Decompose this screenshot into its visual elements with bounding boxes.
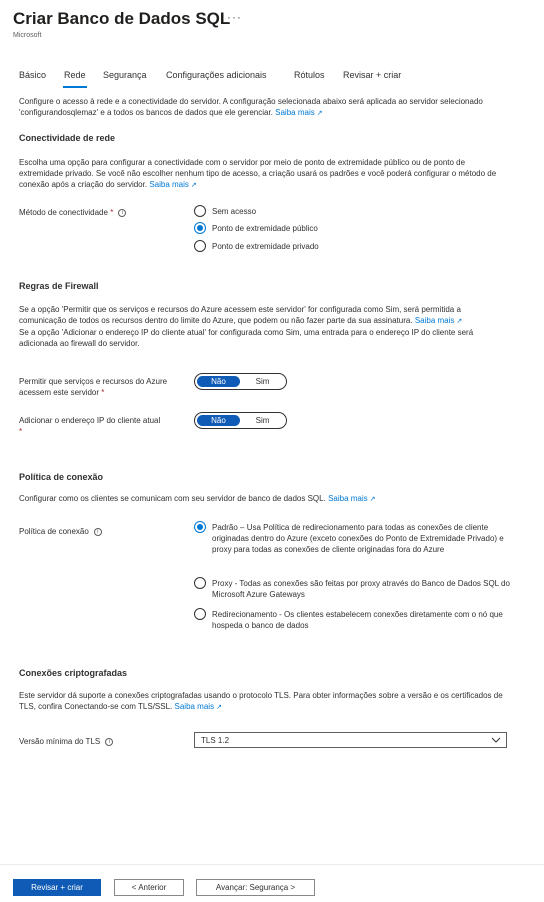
firewall-learn-more-link[interactable]: Saiba mais [415,316,455,325]
info-icon[interactable]: i [118,208,127,217]
allow-azure-label-line2: acessem este servidor [19,388,100,397]
tab-seguranca[interactable]: Segurança [103,70,147,80]
allow-azure-toggle[interactable]: Não Sim [194,373,287,390]
link-word-1[interactable]: Saiba [415,316,435,325]
next-button[interactable]: Avançar: Segurança > [196,879,315,896]
review-create-button[interactable]: Revisar + criar [13,879,101,896]
tls-version-label: Versão mínima do TLS i [19,736,114,747]
add-ip-label: Adicionar o endereço IP do cliente atual… [19,415,160,437]
link-word-2[interactable]: mais [438,316,455,325]
toggle-option-yes[interactable]: Sim [241,376,284,387]
active-tab-indicator [63,86,87,88]
tls-text: Este servidor dá suporte a conexões crip… [19,690,509,713]
external-link-icon: ↗ [456,318,463,325]
tls-heading: Conexões criptografadas [19,668,128,678]
tab-revisar-criar[interactable]: Revisar + criar [343,70,401,80]
add-ip-toggle[interactable]: Não Sim [194,412,287,429]
tab-configuracoes-adicionais[interactable]: Configurações adicionais [166,70,267,80]
radio-button[interactable] [194,608,206,620]
external-link-icon: ↗ [369,496,376,503]
add-ip-label-text: Adicionar o endereço IP do cliente atual [19,416,161,425]
radio-button[interactable] [194,205,206,217]
tab-rede[interactable]: Rede [64,70,86,80]
info-icon[interactable]: i [93,527,102,536]
policy-heading: Política de conexão [19,472,104,482]
required-marker: * [101,388,105,397]
firewall-text: Se a opção 'Permitir que os serviços e r… [19,304,509,349]
toggle-option-no[interactable]: Não [197,415,240,426]
tls-version-label-text: Versão mínima do TLS [19,737,101,746]
connectivity-method-label: Método de conectividade * i [19,207,127,218]
radio-label: Ponto de extremidade público [212,224,318,233]
radio-label: Padrão – Usa Política de redirecionament… [212,523,504,554]
toggle-option-no[interactable]: Não [197,376,240,387]
tab-rotulos[interactable]: Rótulos [294,70,325,80]
connectivity-learn-more-link[interactable]: Saiba mais [149,180,189,189]
required-marker: * [110,208,114,217]
connectivity-text: Escolha uma opção para configurar a cone… [19,157,509,191]
policy-text: Configurar como os clientes se comunicam… [19,493,509,505]
firewall-description-1: Se a opção 'Permitir que os serviços e r… [19,305,461,325]
radio-button-selected[interactable] [194,222,206,234]
allow-azure-label: Permitir que serviços e recursos do Azur… [19,376,167,398]
external-link-icon: ↗ [316,110,323,117]
required-marker: * [19,427,23,436]
previous-button[interactable]: < Anterior [114,879,184,896]
tls-learn-more-link[interactable]: Saiba mais [175,702,215,711]
allow-azure-label-line1: Permitir que serviços e recursos do Azur… [19,377,168,386]
tab-basico[interactable]: Básico [19,70,46,80]
external-link-icon: ↗ [216,704,222,711]
tls-description: Este servidor dá suporte a conexões crip… [19,691,503,711]
intro-learn-more-link[interactable]: Saiba mais [275,108,315,117]
radio-button[interactable] [194,577,206,589]
radio-label: Sem acesso [212,207,257,216]
intro-description: Configure o acesso à rede e a conectivid… [19,97,483,117]
radio-label: Ponto de extremidade privado [212,242,319,251]
page-title: Criar Banco de Dados SQL [13,9,231,28]
intro-text: Configure o acesso à rede e a conectivid… [19,96,509,119]
firewall-description-2: Se a opção 'Adicionar o endereço IP do c… [19,328,474,348]
external-link-icon: ↗ [190,182,197,189]
connectivity-description: Escolha uma opção para configurar a cone… [19,158,497,189]
policy-description: Configurar como os clientes se comunicam… [19,494,326,503]
publisher-label: Microsoft [13,32,42,39]
tls-version-value: TLS 1.2 [201,736,230,745]
radio-button-selected[interactable] [194,521,206,533]
firewall-heading: Regras de Firewall [19,281,99,291]
tls-version-dropdown[interactable]: TLS 1.2 [194,732,507,748]
radio-label: Proxy - Todas as conexões são feitas por… [212,579,510,599]
toggle-option-yes[interactable]: Sim [241,415,284,426]
more-options-button[interactable]: ··· [227,10,242,24]
connectivity-heading: Conectividade de rede [19,133,116,143]
policy-label-text: Política de conexão [19,527,89,536]
footer-divider [0,864,544,865]
radio-button[interactable] [194,240,206,252]
connectivity-method-label-text: Método de conectividade [19,208,108,217]
policy-learn-more-link[interactable]: Saiba mais [328,494,368,503]
info-icon[interactable]: i [105,737,114,746]
policy-label: Política de conexão i [19,526,102,537]
chevron-down-icon [491,737,501,743]
radio-label: Redirecionamento - Os clientes estabelec… [212,610,503,630]
